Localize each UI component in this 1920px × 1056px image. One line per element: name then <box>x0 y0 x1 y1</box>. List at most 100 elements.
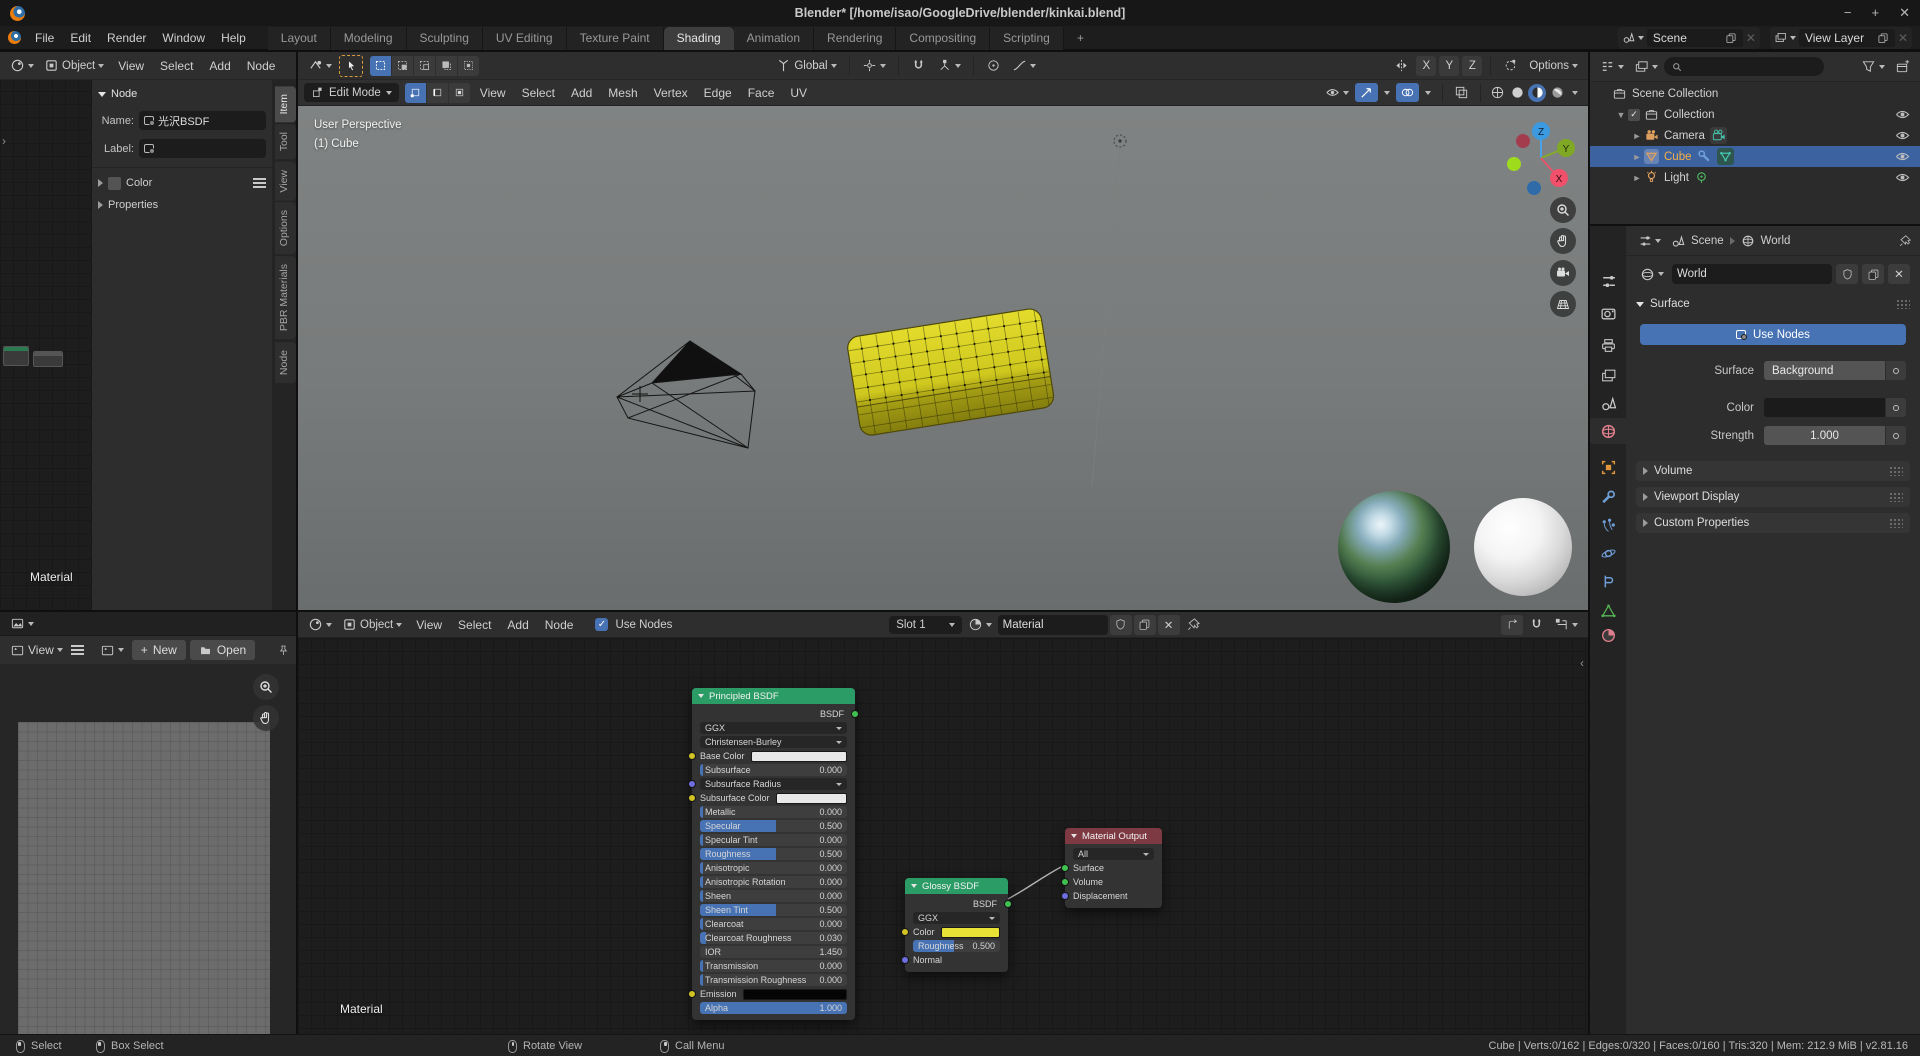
select-subtract-icon[interactable] <box>414 56 435 76</box>
editor-type-icon[interactable] <box>304 615 336 634</box>
hamburger-menu-icon[interactable] <box>71 643 84 657</box>
roughness-row[interactable]: Roughness0.500 <box>913 940 1000 952</box>
surface-panel-header[interactable]: Surface <box>1636 294 1910 314</box>
select-box-icon[interactable] <box>370 56 391 76</box>
outliner-item-label[interactable]: Light <box>1664 172 1689 184</box>
open-image-button[interactable]: Open <box>190 640 255 660</box>
properties-editor-icon[interactable] <box>1634 232 1665 250</box>
node-material-output[interactable]: Material OutputAllSurfaceVolumeDisplacem… <box>1065 828 1162 908</box>
specular-tint-row[interactable]: Specular Tint0.000 <box>700 834 847 846</box>
outliner-item-label[interactable]: Scene Collection <box>1632 88 1718 100</box>
copy-material-icon[interactable] <box>1134 615 1156 635</box>
subsurface-row[interactable]: Subsurface0.000 <box>700 764 847 776</box>
clearcoat-roughness-row[interactable]: Clearcoat Roughness0.030 <box>700 932 847 944</box>
snap-settings-dropdown[interactable] <box>933 56 965 75</box>
shading-solid-icon[interactable] <box>1508 84 1526 102</box>
vertex-select-icon[interactable] <box>405 83 426 103</box>
node-name-field[interactable]: 光沢BSDF <box>139 111 266 130</box>
vector-socket[interactable] <box>901 956 909 964</box>
menu-select[interactable]: Select <box>514 83 563 103</box>
view-layer-selector[interactable]: View Layer ✕ <box>1770 27 1912 49</box>
node-snap-type-dropdown[interactable] <box>1550 615 1582 634</box>
sheen-tint-row[interactable]: Sheen Tint0.500 <box>700 904 847 916</box>
workspace-tab-animation[interactable]: Animation <box>734 27 814 50</box>
edge-select-icon[interactable] <box>427 83 448 103</box>
copy-icon[interactable] <box>1877 32 1889 44</box>
outliner-row-light[interactable]: ►Light <box>1590 167 1920 188</box>
use-nodes-checkbox[interactable]: ✓Use Nodes <box>591 616 676 633</box>
menu-node[interactable]: Node <box>239 56 284 76</box>
sidebar-tab-options[interactable]: Options <box>275 202 296 254</box>
menu-view[interactable]: View <box>408 615 450 635</box>
world-color-swatch[interactable] <box>1764 398 1885 417</box>
pan-gizmo[interactable] <box>253 705 279 731</box>
vector-socket[interactable] <box>688 780 696 788</box>
expander-icon[interactable]: ► <box>1630 131 1644 141</box>
anisotropic-rotation-row[interactable]: Anisotropic Rotation0.000 <box>700 876 847 888</box>
collapse-arrow[interactable]: › <box>2 134 6 148</box>
sidebar-tab-view[interactable]: View <box>275 162 296 201</box>
menu-select[interactable]: Select <box>450 615 499 635</box>
ggx-row[interactable]: GGX <box>700 722 847 734</box>
proportional-falloff-dropdown[interactable] <box>1008 56 1040 75</box>
white-preview-sphere[interactable] <box>1474 498 1572 596</box>
shader-socket[interactable] <box>1061 878 1069 886</box>
outliner-row-cube[interactable]: ►Cube <box>1590 146 1920 167</box>
outliner-row-camera[interactable]: ►Camera <box>1590 125 1920 146</box>
workspace-tab-rendering[interactable]: Rendering <box>814 27 896 50</box>
properties-tab-modifiers[interactable] <box>1590 484 1626 510</box>
sheen-row[interactable]: Sheen0.000 <box>700 890 847 902</box>
select-extend-icon[interactable] <box>392 56 413 76</box>
menu-edit[interactable]: Edit <box>62 28 99 48</box>
camera-data-icon[interactable] <box>1710 127 1727 144</box>
zoom-gizmo[interactable] <box>1550 197 1576 223</box>
all-row[interactable]: All <box>1073 848 1154 860</box>
pin-icon[interactable] <box>1182 615 1205 634</box>
menu-file[interactable]: File <box>27 28 62 48</box>
outliner-row-collection[interactable]: ▼✓Collection <box>1590 104 1920 125</box>
emission-row[interactable]: Emission <box>700 988 847 1000</box>
mesh-data-icon[interactable] <box>1717 148 1734 165</box>
workspace-tab-layout[interactable]: Layout <box>268 27 331 50</box>
transform-orientation-dropdown[interactable]: Global <box>772 56 840 75</box>
menu-render[interactable]: Render <box>99 28 154 48</box>
viewport-display-panel-header[interactable]: Viewport Display <box>1636 487 1910 507</box>
mirror-z-button[interactable]: Z <box>1462 56 1482 76</box>
subsurface-color-row[interactable]: Subsurface Color <box>700 792 847 804</box>
minimize-button[interactable]: − <box>1844 5 1852 21</box>
shading-material-icon[interactable] <box>1528 84 1546 102</box>
sidebar-tab-tool[interactable]: Tool <box>275 124 296 159</box>
new-image-button[interactable]: +New <box>132 640 186 660</box>
menu-help[interactable]: Help <box>213 28 254 48</box>
color-expand-icon[interactable] <box>98 179 103 187</box>
color-socket[interactable] <box>688 990 696 998</box>
mirror-x-button[interactable]: X <box>1416 56 1436 76</box>
light-data-icon[interactable] <box>1694 170 1709 185</box>
menu-uv[interactable]: UV <box>782 83 815 103</box>
use-nodes-button[interactable]: Use Nodes <box>1640 324 1906 345</box>
snap-target-icon[interactable] <box>1499 56 1522 75</box>
animate-dot[interactable] <box>1886 361 1906 380</box>
christensen-burley-row[interactable]: Christensen-Burley <box>700 736 847 748</box>
xray-toggle[interactable] <box>1450 83 1473 102</box>
editor-type-icon[interactable] <box>6 614 38 633</box>
ior-row[interactable]: IOR1.450 <box>700 946 847 958</box>
workspace-tab-scripting[interactable]: Scripting <box>990 27 1064 50</box>
workspace-tab-compositing[interactable]: Compositing <box>896 27 990 50</box>
list-menu-icon[interactable] <box>253 176 266 190</box>
overlays-toggle[interactable] <box>1396 83 1419 102</box>
collection-checkbox[interactable]: ✓ <box>1628 109 1640 121</box>
base-color-row[interactable]: Base Color <box>700 750 847 762</box>
workspace-tab-shading[interactable]: Shading <box>664 27 734 50</box>
fake-user-shield-icon[interactable] <box>1836 264 1858 284</box>
animate-dot[interactable] <box>1886 426 1906 445</box>
properties-tab-material[interactable] <box>1590 622 1626 648</box>
workspace-tab-sculpting[interactable]: Sculpting <box>407 27 483 50</box>
anisotropic-row[interactable]: Anisotropic0.000 <box>700 862 847 874</box>
menu-mesh[interactable]: Mesh <box>600 83 645 103</box>
shader-type-dropdown[interactable]: Object <box>40 56 108 75</box>
node-header[interactable]: Material Output <box>1065 828 1162 844</box>
maximize-button[interactable]: + <box>1872 5 1880 21</box>
animate-dot[interactable] <box>1886 398 1906 417</box>
workspace-tab-modeling[interactable]: Modeling <box>331 27 407 50</box>
